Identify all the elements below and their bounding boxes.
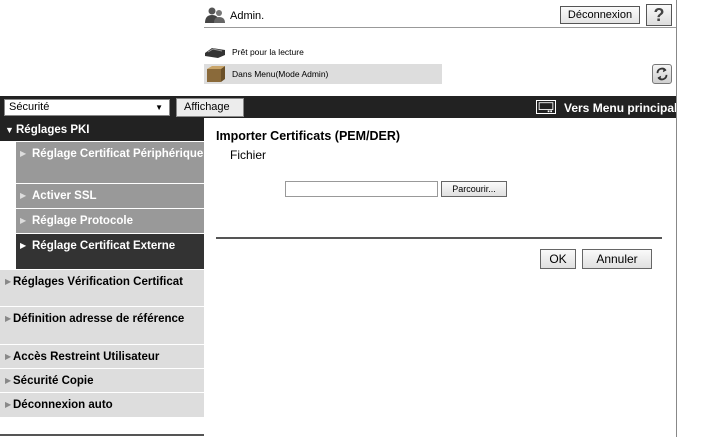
category-select[interactable]: Sécurité ▼: [4, 99, 170, 116]
cancel-button[interactable]: Annuler: [582, 249, 652, 269]
sidebar-item-label: Réglages Vérification Certificat: [13, 276, 183, 288]
sidebar-item-label: Réglage Certificat Périphérique: [32, 148, 204, 160]
triangle-right-icon: ▶: [5, 277, 12, 286]
refresh-icon: [656, 67, 668, 81]
menu-icon: [536, 100, 556, 114]
user-label: Admin.: [230, 10, 265, 22]
sidebar-item-label: Réglages PKI: [16, 124, 90, 136]
refresh-button[interactable]: [652, 64, 672, 84]
category-select-value: Sécurité: [9, 101, 50, 113]
sidebar-item-label: Définition adresse de référence: [13, 313, 185, 325]
sidebar-divider: [0, 434, 204, 436]
main-menu-link[interactable]: Vers Menu principal: [564, 101, 677, 115]
page-title: Importer Certificats (PEM/DER): [216, 129, 401, 143]
sidebar-item-device-certificate[interactable]: ▶ Réglage Certificat Périphérique: [0, 142, 204, 184]
status-ready: Prêt pour la lecture: [204, 44, 454, 62]
file-label: Fichier: [230, 148, 267, 162]
triangle-down-icon: ▼: [5, 125, 14, 135]
triangle-right-icon: ▶: [20, 241, 27, 250]
box-icon: [207, 66, 225, 82]
sidebar-item-copy-security[interactable]: ▶ Sécurité Copie: [0, 369, 204, 393]
sidebar-item-label: Réglage Protocole: [32, 215, 133, 227]
sidebar-item-label: Activer SSL: [32, 190, 97, 202]
triangle-right-icon: ▶: [5, 376, 12, 385]
triangle-right-icon: ▶: [5, 314, 12, 323]
file-path-input[interactable]: [285, 181, 438, 197]
sidebar: ▼ Réglages PKI ▶ Réglage Certificat Péri…: [0, 118, 205, 437]
header-admin-row: Admin. Déconnexion ?: [204, 4, 676, 28]
triangle-right-icon: ▶: [20, 216, 27, 225]
admin-user-icon: [205, 7, 225, 23]
chevron-down-icon: ▼: [155, 103, 163, 112]
sidebar-item-restricted-access[interactable]: ▶ Accès Restreint Utilisateur: [0, 345, 204, 369]
sidebar-item-label: Sécurité Copie: [13, 375, 94, 387]
triangle-right-icon: ▶: [20, 149, 27, 158]
printer-icon: [205, 48, 225, 58]
triangle-right-icon: ▶: [5, 400, 12, 409]
sidebar-item-auto-logout[interactable]: ▶ Déconnexion auto: [0, 393, 204, 418]
logout-button[interactable]: Déconnexion: [560, 6, 640, 24]
status-ready-text: Prêt pour la lecture: [232, 47, 304, 57]
view-button[interactable]: Affichage: [176, 98, 244, 117]
sidebar-item-enable-ssl[interactable]: ▶ Activer SSL: [0, 184, 204, 209]
content-divider: [216, 237, 662, 239]
sidebar-item-label: Déconnexion auto: [13, 399, 113, 411]
content-right-border: [676, 0, 677, 437]
sidebar-item-certificate-verification[interactable]: ▶ Réglages Vérification Certificat: [0, 270, 204, 307]
sidebar-item-pki-settings[interactable]: ▼ Réglages PKI: [0, 118, 204, 142]
ok-button[interactable]: OK: [540, 249, 576, 269]
browse-button[interactable]: Parcourir...: [441, 181, 507, 197]
help-button[interactable]: ?: [646, 4, 672, 26]
sidebar-item-protocol[interactable]: ▶ Réglage Protocole: [0, 209, 204, 234]
sidebar-item-external-certificate[interactable]: ▶ Réglage Certificat Externe: [0, 234, 204, 270]
sidebar-item-label: Accès Restreint Utilisateur: [13, 351, 160, 363]
triangle-right-icon: ▶: [20, 191, 27, 200]
sidebar-item-label: Réglage Certificat Externe: [32, 240, 176, 252]
status-mode-text: Dans Menu(Mode Admin): [232, 69, 329, 79]
triangle-right-icon: ▶: [5, 352, 12, 361]
sidebar-item-reference-address[interactable]: ▶ Définition adresse de référence: [0, 307, 204, 345]
status-mode: Dans Menu(Mode Admin): [204, 64, 442, 84]
